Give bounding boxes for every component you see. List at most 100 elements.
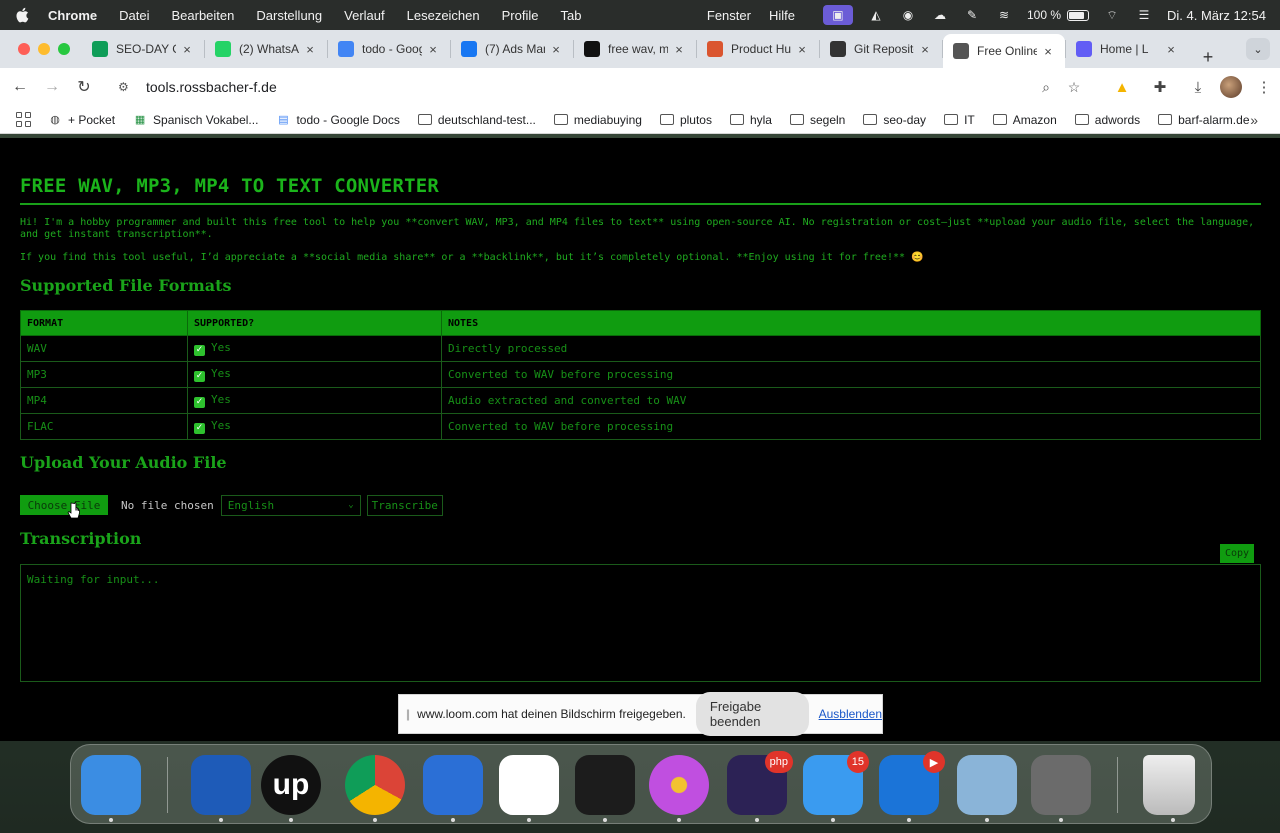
download-icon[interactable]: ⤓ — [1182, 71, 1214, 103]
wifi-icon[interactable]: ⌔ — [1103, 8, 1121, 22]
minimize-window-button[interactable] — [38, 43, 50, 55]
tab-6[interactable]: Git Reposito × — [820, 34, 942, 64]
thunderbird-icon[interactable] — [191, 755, 251, 815]
forward-icon[interactable]: → — [36, 71, 68, 103]
tab-search-icon[interactable]: ⌄ — [1246, 38, 1270, 60]
bookmark-item[interactable]: hyla — [729, 113, 772, 127]
zoom-search-icon[interactable]: ⌕ — [1032, 79, 1060, 96]
apple-icon[interactable] — [14, 7, 30, 23]
battery-status[interactable]: 100 % — [1027, 8, 1089, 22]
bookmark-item[interactable]: adwords — [1074, 113, 1140, 127]
close-tab-icon[interactable]: × — [1164, 42, 1178, 57]
control-center-icon[interactable]: ☰ — [1135, 8, 1153, 22]
dock-divider — [167, 757, 168, 813]
tab-2[interactable]: todo - Goog × — [328, 34, 450, 64]
preview-icon[interactable] — [957, 755, 1017, 815]
menu-chrome[interactable]: Chrome — [48, 8, 97, 23]
slack-icon[interactable] — [499, 755, 559, 815]
menu-profile[interactable]: Profile — [502, 8, 539, 23]
table-row: FLAC ✓ Yes Converted to WAV before processi… — [20, 413, 1261, 440]
url-text[interactable]: tools.rossbacher-f.de — [146, 79, 1032, 95]
bookmark-star-icon[interactable]: ☆ — [1060, 79, 1088, 96]
menu-verlauf[interactable]: Verlauf — [344, 8, 384, 23]
copy-button[interactable]: Copy — [1220, 544, 1254, 563]
close-tab-icon[interactable]: × — [303, 42, 317, 57]
close-window-button[interactable] — [18, 43, 30, 55]
bookmark-item[interactable]: ▦ Spanisch Vokabel... — [133, 113, 259, 127]
terminal-icon[interactable] — [575, 755, 635, 815]
onepassword-status-icon[interactable]: ◉ — [899, 8, 917, 22]
bookmark-item[interactable]: Amazon — [992, 113, 1057, 127]
bookmark-item[interactable]: IT — [944, 113, 975, 127]
new-tab-button[interactable]: + — [1194, 47, 1222, 68]
tab-title: Home | L — [1100, 42, 1149, 56]
close-tab-icon[interactable]: × — [918, 42, 932, 57]
language-select[interactable]: English ⌄ — [220, 494, 361, 516]
extensions-puzzle-icon[interactable]: ✚ — [1144, 71, 1176, 103]
bookmark-item[interactable]: seo-day — [863, 113, 926, 127]
eclipse-php-icon[interactable]: php — [727, 751, 793, 815]
gimp-icon[interactable] — [1031, 755, 1091, 815]
reload-icon[interactable]: ↻ — [68, 71, 100, 103]
transcribe-button[interactable]: Transcribe — [366, 494, 443, 516]
choose-file-button[interactable]: Choose File — [20, 495, 108, 515]
close-tab-icon[interactable]: × — [672, 42, 686, 57]
back-icon[interactable]: ← — [4, 71, 36, 103]
daisydisk-icon[interactable] — [649, 755, 709, 815]
menu-datei[interactable]: Datei — [119, 8, 149, 23]
bookmark-item[interactable]: barf-alarm.de — [1158, 113, 1250, 127]
more-bookmarks-icon[interactable]: » — [1250, 112, 1258, 128]
transcription-output[interactable]: Waiting for input... — [20, 564, 1261, 682]
finder-icon[interactable] — [81, 755, 141, 815]
profile-avatar[interactable] — [1220, 76, 1242, 98]
1password-icon[interactable] — [423, 755, 483, 815]
google-drive-extension-icon[interactable]: ▲ — [1106, 71, 1138, 103]
close-tab-icon[interactable]: × — [549, 42, 563, 57]
tab-8[interactable]: Home | L × — [1066, 34, 1188, 64]
upwork-icon[interactable]: up — [261, 755, 321, 815]
drive-icon[interactable]: ◭ — [867, 8, 885, 22]
menu-darstellung[interactable]: Darstellung — [256, 8, 322, 23]
cloud-icon[interactable]: ☁ — [931, 8, 949, 22]
tab-7[interactable]: Free Online × — [943, 34, 1065, 68]
address-bar[interactable]: ⚙ tools.rossbacher-f.de ⌕ ☆ — [108, 72, 1098, 102]
bookmark-item[interactable]: mediabuying — [553, 113, 642, 127]
running-indicator — [109, 818, 113, 822]
wifi-signal-icon[interactable]: ≋ — [995, 8, 1013, 22]
bookmark-item[interactable]: ▤ todo - Google Docs — [276, 113, 400, 127]
share-message: www.loom.com hat deinen Bildschirm freig… — [417, 707, 686, 721]
notes-cell: Converted to WAV before processing — [441, 413, 1261, 440]
mindnode-icon[interactable]: ▶ — [879, 751, 945, 815]
stop-sharing-button[interactable]: Freigabe beenden — [695, 692, 809, 736]
tab-3[interactable]: (7) Ads Man × — [451, 34, 573, 64]
hide-link[interactable]: Ausblenden — [819, 707, 882, 721]
tab-1[interactable]: (2) WhatsAp × — [205, 34, 327, 64]
bookmark-item[interactable]: plutos — [659, 113, 712, 127]
tools-icon[interactable]: ✎ — [963, 8, 981, 22]
menu-bearbeiten[interactable]: Bearbeiten — [171, 8, 234, 23]
menu-tab[interactable]: Tab — [560, 8, 581, 23]
mail-icon[interactable]: 15 — [803, 751, 869, 815]
menu-fenster[interactable]: Fenster — [707, 8, 751, 23]
bookmark-item[interactable]: deutschland-test... — [417, 113, 536, 127]
chrome-icon[interactable] — [345, 755, 405, 815]
tab-5[interactable]: Product Hu × — [697, 34, 819, 64]
site-info-icon[interactable]: ⚙ — [118, 80, 136, 94]
apps-grid-icon[interactable] — [16, 111, 32, 128]
close-tab-icon[interactable]: × — [1041, 44, 1055, 59]
tab-4[interactable]: free wav, m × — [574, 34, 696, 64]
zoom-window-button[interactable] — [58, 43, 70, 55]
bookmark-item[interactable]: segeln — [789, 113, 845, 127]
bookmark-item[interactable]: ◍ + Pocket — [48, 113, 115, 127]
menu-hilfe[interactable]: Hilfe — [769, 8, 795, 23]
drag-handle-icon[interactable]: || — [399, 707, 415, 721]
menubar-clock[interactable]: Di. 4. März 12:54 — [1167, 8, 1266, 23]
close-tab-icon[interactable]: × — [180, 42, 194, 57]
menu-lesezeichen[interactable]: Lesezeichen — [407, 8, 480, 23]
close-tab-icon[interactable]: × — [795, 42, 809, 57]
close-tab-icon[interactable]: × — [426, 42, 440, 57]
trash-icon[interactable] — [1143, 755, 1195, 815]
screen-share-icon[interactable]: ▣ — [822, 5, 853, 25]
tab-0[interactable]: SEO-DAY Gu × — [82, 34, 204, 64]
chrome-menu-icon[interactable]: ⋮ — [1248, 71, 1280, 103]
